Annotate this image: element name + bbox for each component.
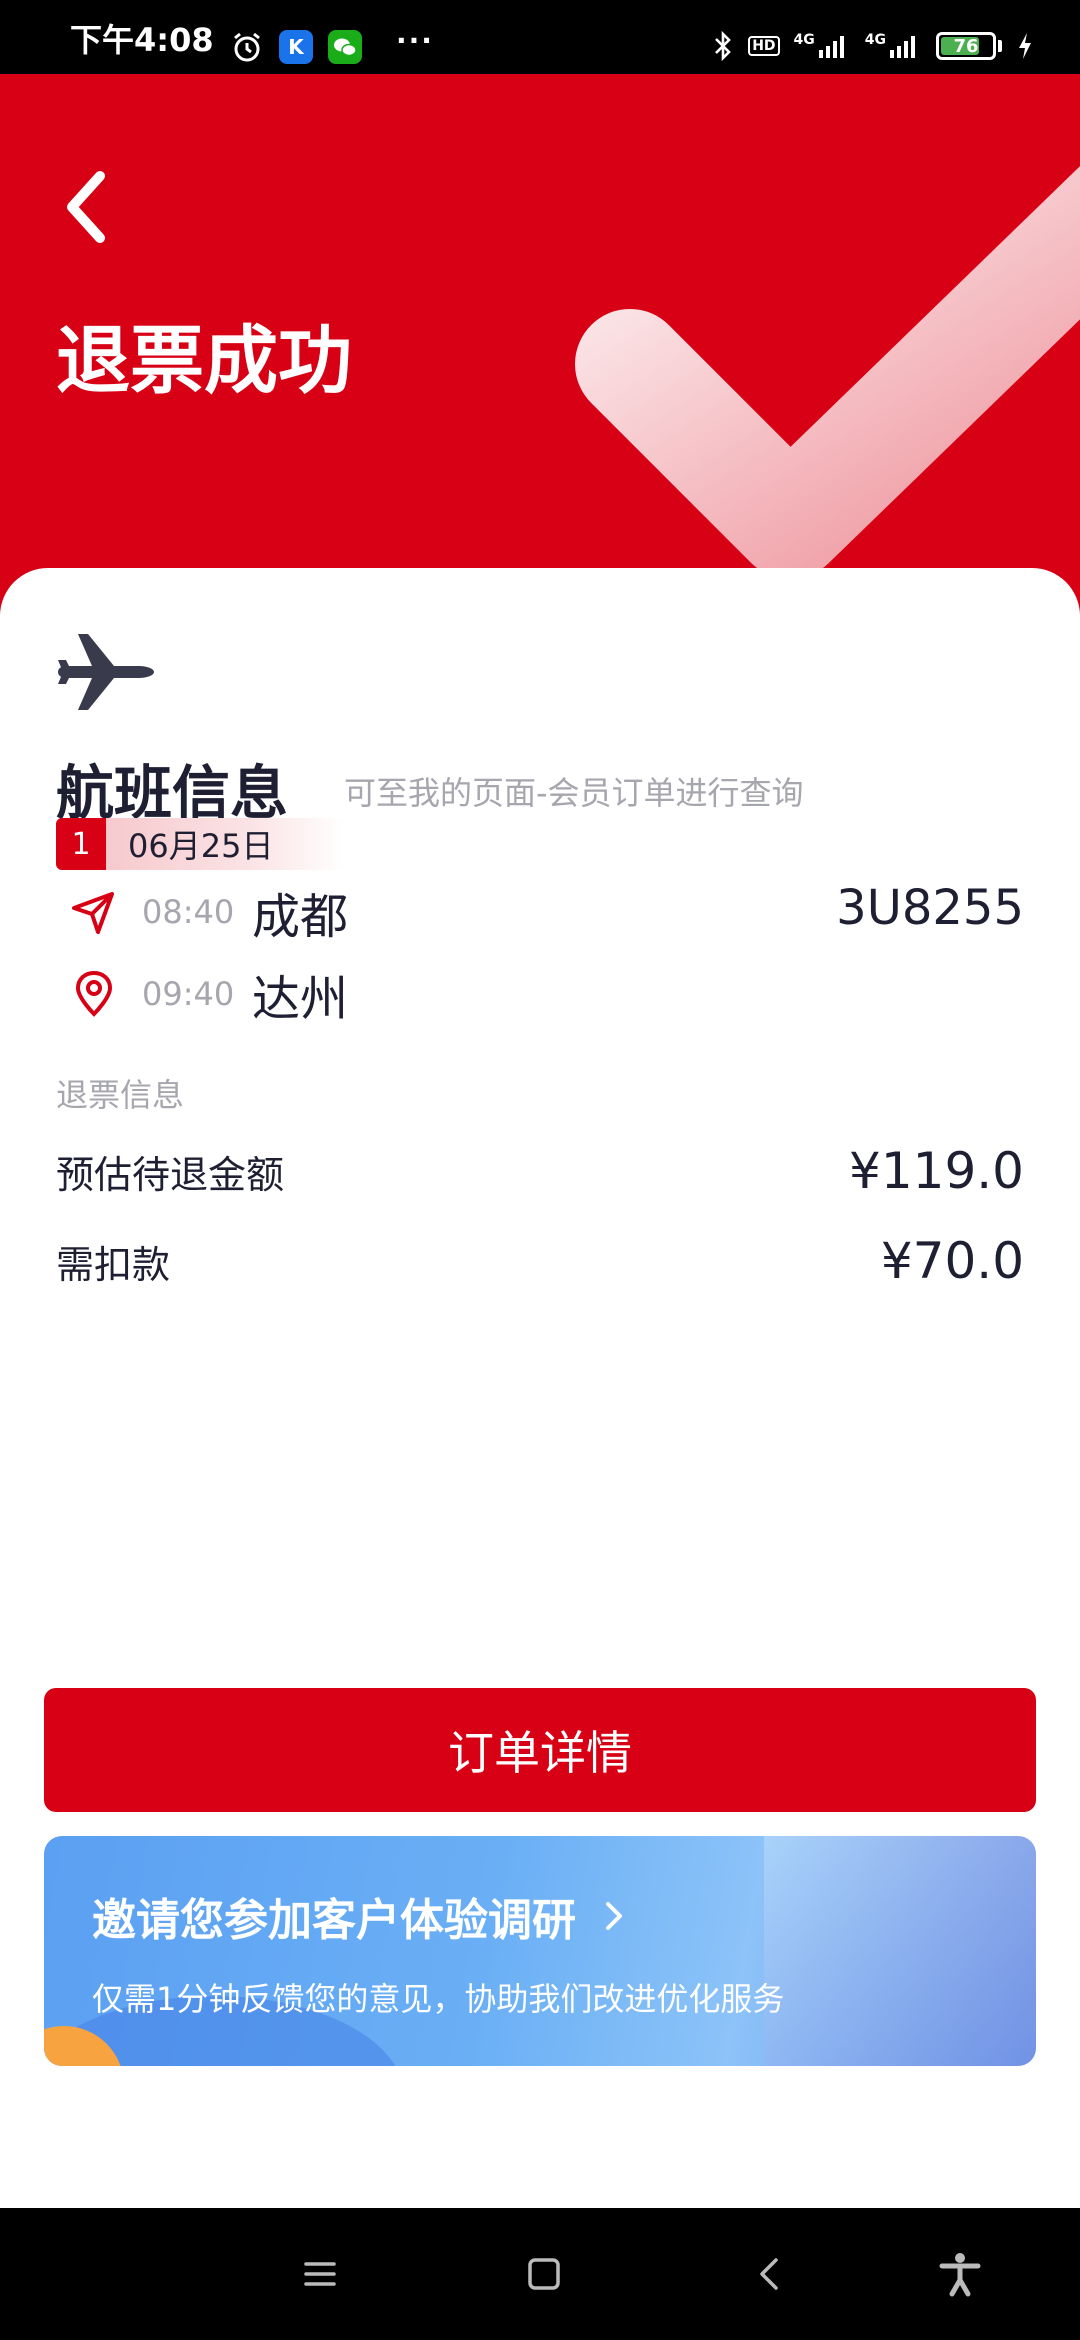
flight-info-hint: 可至我的页面-会员订单进行查询 — [344, 774, 804, 812]
hd-icon: HD — [748, 36, 780, 56]
estimated-refund-row: 预估待退金额 ¥119.0 — [56, 1142, 1024, 1200]
deduction-row: 需扣款 ¥70.0 — [56, 1232, 1024, 1290]
survey-subtitle: 仅需1分钟反馈您的意见，协助我们改进优化服务 — [92, 1980, 785, 2018]
home-icon[interactable] — [518, 2248, 570, 2300]
app-k-icon: K — [279, 30, 313, 64]
status-time: 下午4:08 — [70, 21, 214, 59]
survey-title: 邀请您参加客户体验调研 — [92, 1895, 576, 1946]
survey-banner[interactable]: 邀请您参加客户体验调研 仅需1分钟反馈您的意见，协助我们改进优化服务 — [44, 1836, 1036, 2066]
refund-info-label: 退票信息 — [56, 1076, 185, 1114]
deduction-label: 需扣款 — [56, 1242, 171, 1287]
flight-date: 06月25日 — [106, 818, 346, 870]
menu-icon[interactable] — [294, 2248, 346, 2300]
survey-plane-illustration — [764, 1836, 1036, 2066]
bluetooth-icon — [715, 30, 732, 62]
arrival-city: 达州 — [252, 971, 349, 1027]
segment-index: 1 — [56, 818, 106, 870]
status-indicators: HD 4G 4G 76 — [712, 26, 1034, 66]
battery-icon: 76 — [936, 32, 996, 60]
wechat-icon — [328, 30, 362, 64]
header: 退票成功 — [0, 74, 1080, 614]
departure-city: 成都 — [252, 889, 349, 945]
status-bar: 下午4:08 K ··· HD 4G 4G 76 — [0, 0, 1080, 74]
arrival-row: 09:40 达州 — [70, 962, 1030, 1027]
order-details-button[interactable]: 订单详情 — [44, 1688, 1036, 1812]
back-button[interactable] — [56, 162, 116, 252]
estimated-refund-label: 预估待退金额 — [56, 1152, 285, 1197]
segment-date-tag: 1 06月25日 — [56, 818, 346, 870]
location-pin-icon — [75, 970, 113, 1017]
deduction-value: ¥70.0 — [880, 1232, 1024, 1290]
airplane-icon — [58, 634, 154, 710]
more-notifications-icon: ··· — [396, 24, 434, 57]
success-check-icon — [575, 166, 1080, 579]
accessibility-icon[interactable] — [934, 2248, 986, 2300]
signal-icon-1: 4G — [794, 32, 851, 60]
charging-icon — [1019, 33, 1031, 59]
signal-icon-2: 4G — [865, 32, 922, 60]
battery-nub — [998, 40, 1002, 52]
estimated-refund-value: ¥119.0 — [849, 1142, 1024, 1200]
alarm-icon — [234, 32, 260, 62]
flight-number: 3U8255 — [836, 880, 1024, 936]
departure-time: 08:40 — [142, 893, 235, 931]
departure-send-icon — [72, 892, 114, 934]
nav-back-icon[interactable] — [744, 2248, 796, 2300]
chevron-right-icon — [606, 1902, 622, 1930]
system-nav-bar — [0, 2208, 1080, 2340]
page-title: 退票成功 — [56, 318, 352, 404]
arrival-time: 09:40 — [142, 975, 235, 1013]
survey-title-row: 邀请您参加客户体验调研 — [92, 1884, 634, 1948]
